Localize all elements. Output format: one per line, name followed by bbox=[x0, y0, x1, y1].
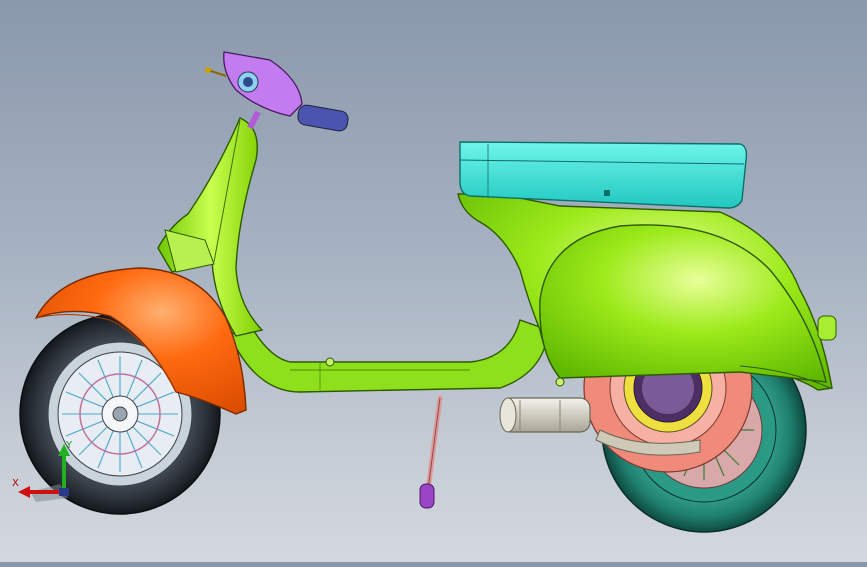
frame-bolt bbox=[325, 357, 335, 367]
x-axis-arrow-icon bbox=[18, 486, 30, 498]
kickstand[interactable] bbox=[419, 395, 443, 509]
x-axis-label: X bbox=[12, 478, 19, 489]
y-axis-label: Y bbox=[65, 440, 73, 451]
cad-3d-viewport[interactable]: X Y bbox=[0, 0, 867, 562]
scooter-model[interactable] bbox=[0, 0, 867, 562]
handlebar[interactable] bbox=[205, 51, 349, 132]
floor-frame[interactable] bbox=[231, 297, 549, 393]
seat[interactable] bbox=[459, 141, 748, 209]
axis-triad: X Y bbox=[12, 440, 73, 502]
frame-bolt bbox=[555, 377, 565, 387]
